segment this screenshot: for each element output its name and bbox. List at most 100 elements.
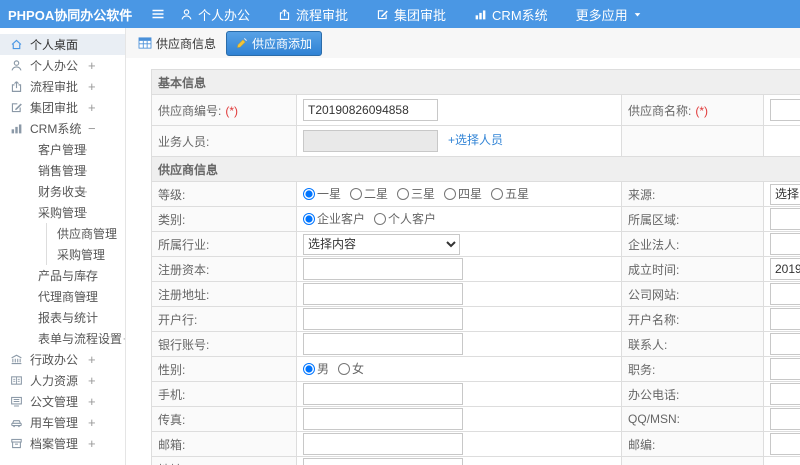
category-radio-input[interactable]	[303, 212, 315, 225]
registered-address-input[interactable]	[303, 283, 463, 305]
radio-option-label: 企业客户	[317, 212, 366, 227]
expand-icon[interactable]: +	[88, 58, 96, 73]
sidebar-item-human-resources[interactable]: 人力资源 +	[0, 370, 125, 391]
sidebar-item-label: 行政办公	[30, 353, 79, 367]
field-label	[621, 456, 764, 465]
main-area: 个人桌面 个人办公 + 流程审批 + 集团审批 + CRM系统 − 客户管理 + 销售管理 + 财务收支 +…	[0, 28, 800, 465]
sidebar-item-agent-mgmt[interactable]: 代理商管理 +	[0, 286, 125, 307]
tab-supplier-add[interactable]: 供应商添加	[226, 30, 323, 56]
nav-item-personal-office[interactable]: 个人办公	[180, 5, 250, 24]
form-row: 银行账号: 联系人:	[151, 331, 800, 357]
sidebar-item-finance-inout[interactable]: 财务收支 +	[0, 181, 125, 202]
sidebar-item-archive-mgmt[interactable]: 档案管理 +	[0, 433, 125, 454]
level-radio-option[interactable]: 二星	[350, 185, 388, 202]
category-radio-input[interactable]	[374, 212, 387, 225]
level-radio-option[interactable]: 五星	[491, 185, 529, 202]
field-label: 传真:	[151, 406, 297, 432]
expand-icon[interactable]: +	[88, 79, 96, 94]
sidebar-item-group-approval[interactable]: 集团审批 +	[0, 97, 125, 118]
sidebar-item-report-stats[interactable]: 报表与统计	[0, 307, 125, 328]
supplier-name-input[interactable]	[770, 99, 800, 121]
gender-radio-input[interactable]	[303, 362, 315, 375]
expand-icon[interactable]: +	[80, 163, 88, 178]
supplier-code-input[interactable]	[303, 99, 438, 121]
sidebar-item-label: 供应商管理	[57, 227, 118, 241]
registered-capital-input[interactable]	[303, 258, 463, 280]
office-phone-input[interactable]	[770, 383, 800, 405]
level-radio-input[interactable]	[303, 187, 315, 200]
contact-person-input[interactable]	[770, 333, 800, 355]
level-radio-input[interactable]	[350, 187, 363, 200]
collapse-icon[interactable]: −	[88, 121, 96, 136]
gender-radio-input[interactable]	[338, 362, 351, 375]
tab-supplier-info[interactable]: 供应商信息	[138, 35, 216, 52]
sidebar-item-supplier-mgmt[interactable]: 供应商管理	[46, 223, 125, 244]
company-website-input[interactable]	[770, 283, 800, 305]
fax-input[interactable]	[303, 408, 463, 430]
choose-person-link[interactable]: +选择人员	[448, 133, 503, 147]
address-input[interactable]	[303, 458, 463, 465]
nav-item-crm-system[interactable]: CRM系统	[474, 5, 548, 24]
sidebar-item-document-mgmt[interactable]: 公文管理 +	[0, 391, 125, 412]
sidebar-item-vehicle-mgmt[interactable]: 用车管理 +	[0, 412, 125, 433]
level-radio-input[interactable]	[444, 187, 457, 200]
gender-radio-option[interactable]: 男	[303, 360, 329, 377]
bank-branch-input[interactable]	[303, 308, 463, 330]
sidebar-item-admin-office[interactable]: 行政办公 +	[0, 349, 125, 370]
level-radio-input[interactable]	[397, 187, 410, 200]
expand-icon[interactable]: +	[80, 184, 88, 199]
sidebar-item-form-flow-settings[interactable]: 表单与流程设置+	[0, 328, 125, 349]
expand-icon[interactable]: +	[88, 373, 96, 388]
mobile-input[interactable]	[303, 383, 463, 405]
expand-icon[interactable]: +	[80, 289, 88, 304]
region-input[interactable]	[770, 208, 800, 230]
business-person-input[interactable]	[303, 130, 438, 152]
pencil-add-icon	[236, 37, 248, 49]
category-radio-option[interactable]: 个人客户	[374, 210, 436, 227]
expand-icon[interactable]: +	[88, 100, 96, 115]
car-icon	[10, 416, 23, 429]
sidebar-item-process-approval[interactable]: 流程审批 +	[0, 76, 125, 97]
legal-person-input[interactable]	[770, 233, 800, 255]
bank-account-input[interactable]	[303, 333, 463, 355]
position-input[interactable]	[770, 358, 800, 380]
sidebar-item-customer-mgmt[interactable]: 客户管理 +	[0, 139, 125, 160]
expand-icon[interactable]: +	[88, 352, 96, 367]
category-radio-option[interactable]: 企业客户	[303, 210, 365, 227]
sidebar-item-product-inventory[interactable]: 产品与库存 +	[0, 265, 125, 286]
form-row: 供应商编号:(*) 供应商名称:(*)	[151, 94, 800, 126]
founding-date-input[interactable]	[770, 258, 800, 280]
qq-msn-input[interactable]	[770, 408, 800, 430]
sidebar-item-personal-office[interactable]: 个人办公 +	[0, 55, 125, 76]
industry-select[interactable]: 选择内容	[303, 233, 460, 255]
topbar: PHPOA协同办公软件 个人办公 流程审批 集团审批 CRM系统 更多应用	[0, 0, 800, 28]
expand-icon[interactable]: +	[88, 415, 96, 430]
field-label: 注册地址:	[151, 281, 297, 307]
sidebar-item-personal-desktop[interactable]: 个人桌面	[0, 34, 125, 55]
nav-item-process-approval[interactable]: 流程审批	[278, 5, 348, 24]
gender-radio-option[interactable]: 女	[338, 360, 364, 377]
level-radio-option[interactable]: 三星	[397, 185, 435, 202]
email-input[interactable]	[303, 433, 463, 455]
nav-item-group-approval[interactable]: 集团审批	[376, 5, 446, 24]
level-radio-input[interactable]	[491, 187, 504, 200]
menu-toggle-icon[interactable]	[150, 6, 166, 22]
source-select[interactable]: 选择内容	[770, 183, 800, 205]
expand-icon[interactable]: +	[80, 142, 88, 157]
account-name-input[interactable]	[770, 308, 800, 330]
expand-icon[interactable]: +	[88, 436, 96, 451]
nav-item-more-apps[interactable]: 更多应用	[576, 5, 642, 24]
expand-icon[interactable]: +	[80, 268, 88, 283]
postcode-input[interactable]	[770, 433, 800, 455]
chart-icon	[474, 8, 487, 21]
expand-icon[interactable]: +	[88, 394, 96, 409]
level-radio-option[interactable]: 一星	[303, 185, 341, 202]
sidebar-item-crm-system[interactable]: CRM系统 −	[0, 118, 125, 139]
sidebar-item-purchasing[interactable]: 采购管理	[46, 244, 125, 265]
collapse-icon[interactable]: −	[80, 205, 88, 220]
sidebar-item-purchase-mgmt[interactable]: 采购管理 −	[0, 202, 125, 223]
level-radio-option[interactable]: 四星	[444, 185, 482, 202]
sidebar-item-label: 采购管理	[38, 206, 87, 220]
sidebar-item-sales-mgmt[interactable]: 销售管理 +	[0, 160, 125, 181]
field-label: 办公电话:	[621, 381, 764, 407]
